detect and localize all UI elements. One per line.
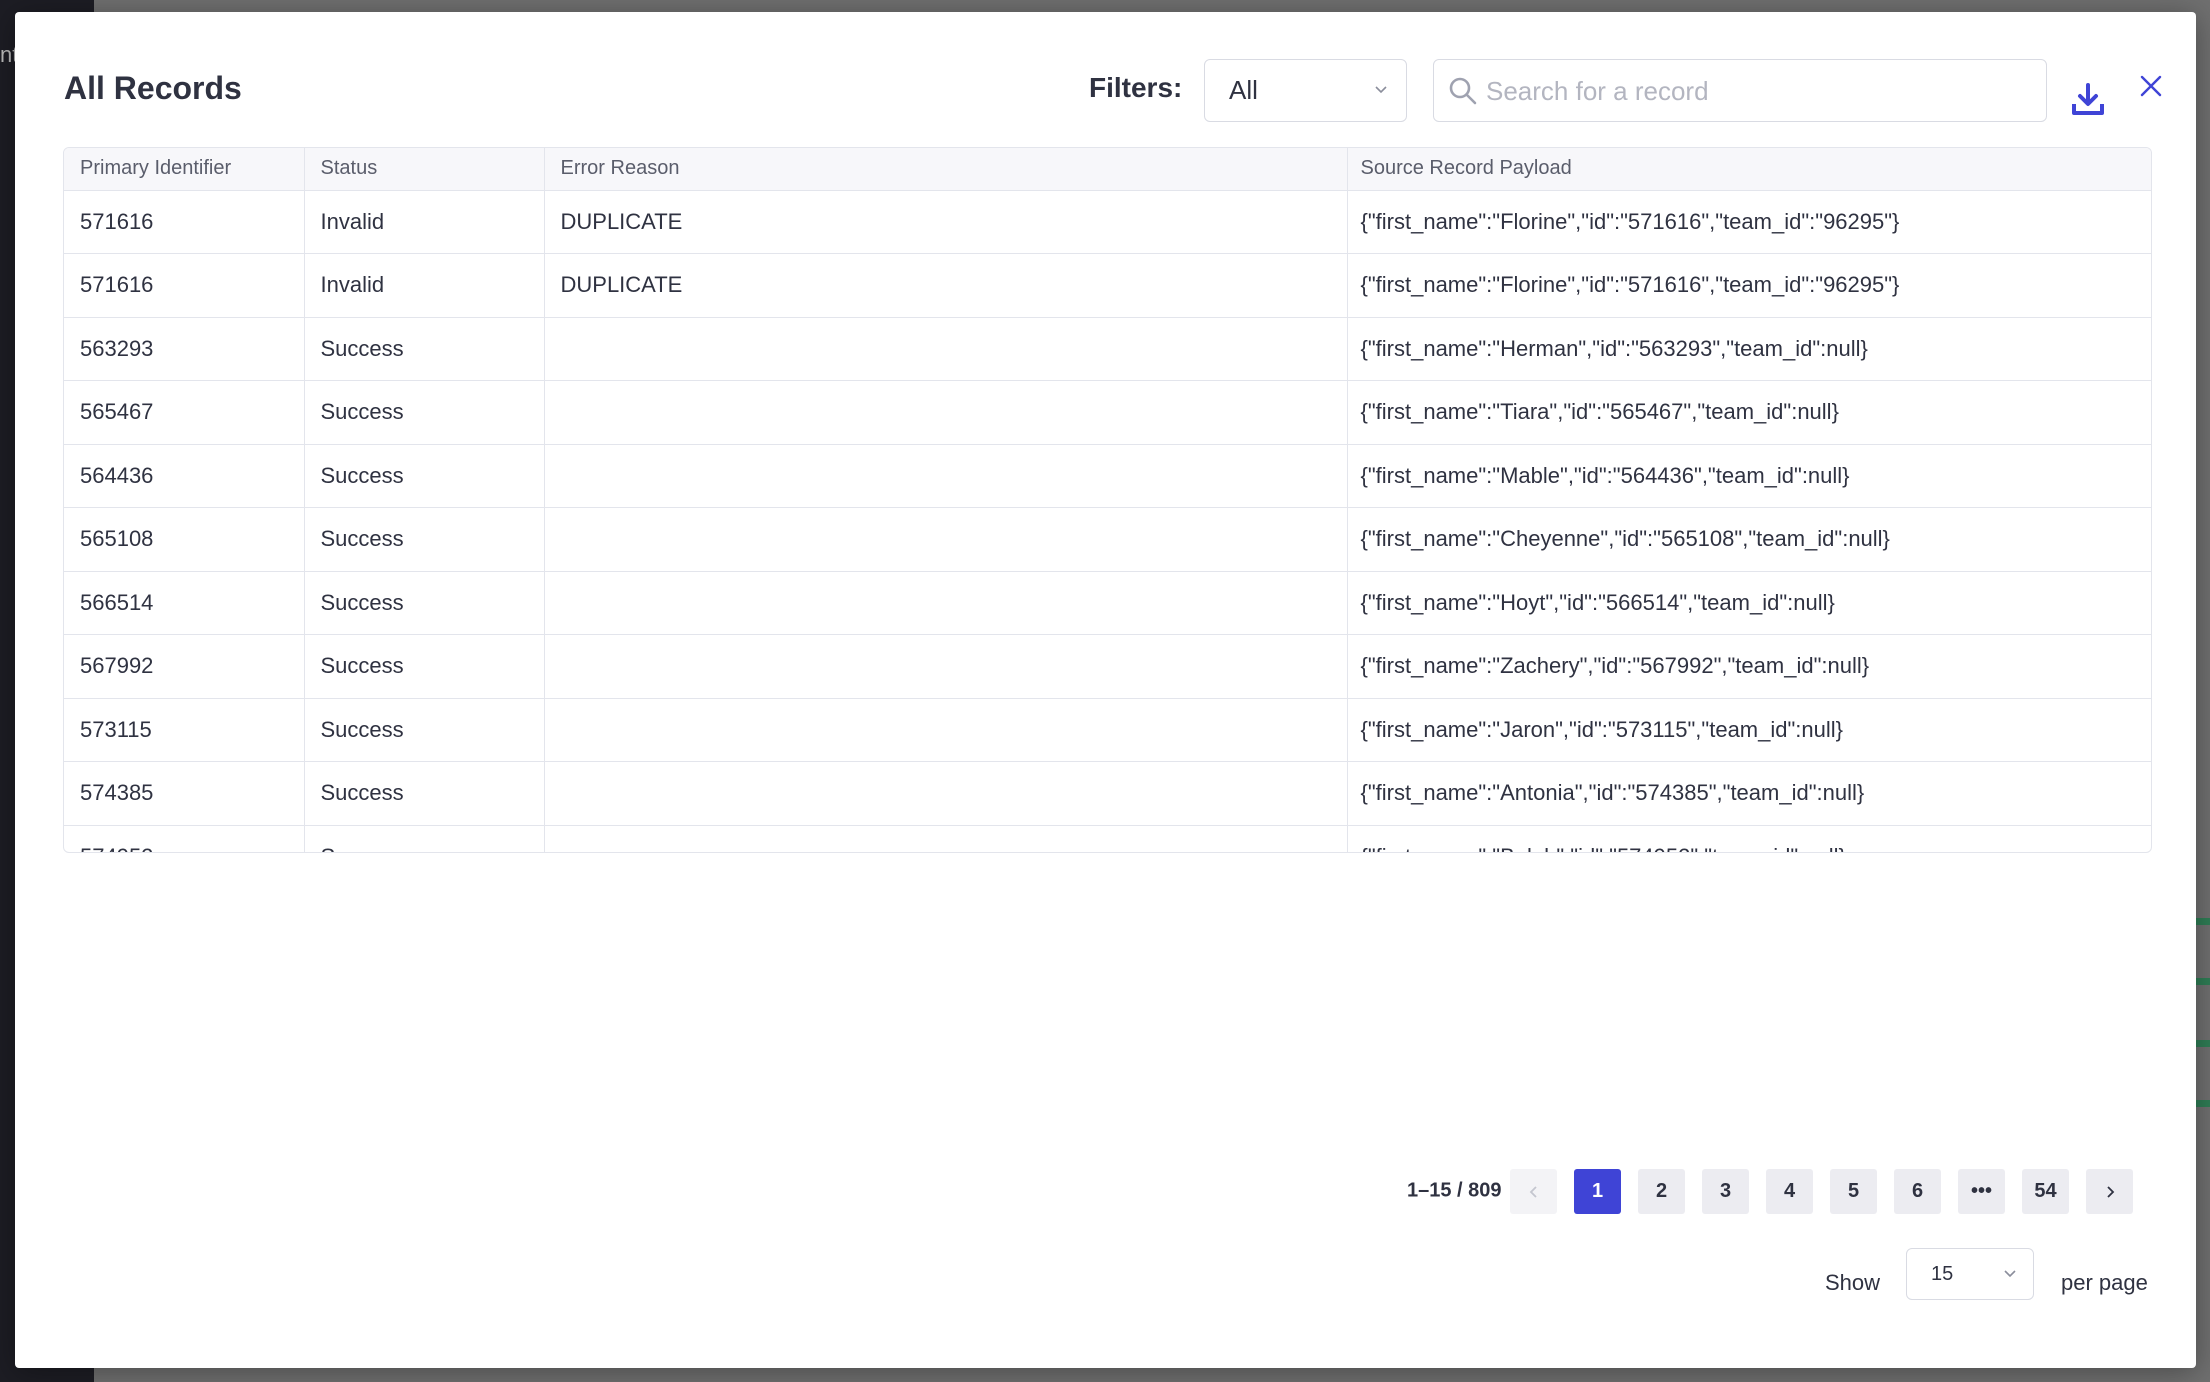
primary-identifier-cell: 571616 bbox=[64, 190, 305, 254]
search-input[interactable] bbox=[1486, 68, 2026, 114]
status-cell: Success bbox=[304, 825, 545, 852]
download-icon[interactable] bbox=[2071, 82, 2105, 118]
error-reason-cell bbox=[544, 317, 1348, 381]
table-row[interactable]: 563293 Success {"first_name":"Herman","id"… bbox=[64, 317, 2151, 381]
chevron-down-icon bbox=[2004, 1270, 2016, 1278]
chevron-right-icon bbox=[2106, 1185, 2114, 1198]
status-cell: Success bbox=[304, 380, 545, 445]
payload-cell: {"first_name":"Florine","id":"571616","t… bbox=[1347, 253, 2151, 318]
all-records-modal: All Records Filters: All P bbox=[15, 12, 2196, 1368]
page-button[interactable]: 6 bbox=[1894, 1169, 1941, 1214]
search-icon bbox=[1449, 77, 1477, 105]
modal-title: All Records bbox=[64, 70, 242, 106]
page-button[interactable]: 4 bbox=[1766, 1169, 1813, 1214]
error-reason-cell bbox=[544, 634, 1348, 699]
error-reason-cell bbox=[544, 380, 1348, 445]
table-row[interactable]: 571616 Invalid DUPLICATE {"first_name":"Flo… bbox=[64, 190, 2151, 254]
column-header: Primary Identifier bbox=[64, 148, 305, 191]
next-page-button[interactable] bbox=[2086, 1169, 2133, 1214]
status-cell: Success bbox=[304, 634, 545, 699]
primary-identifier-cell: 565467 bbox=[64, 380, 305, 445]
table-row[interactable]: 567992 Success {"first_name":"Zachery","id… bbox=[64, 634, 2151, 699]
error-reason-cell: DUPLICATE bbox=[544, 253, 1348, 318]
payload-cell: {"first_name":"Antonia","id":"574385","t… bbox=[1347, 761, 2151, 826]
per-page-value: 15 bbox=[1931, 1262, 1954, 1285]
table-row[interactable]: 571616 Invalid DUPLICATE {"first_name":"Flo… bbox=[64, 253, 2151, 318]
primary-identifier-cell: 564436 bbox=[64, 444, 305, 508]
error-reason-cell bbox=[544, 698, 1348, 762]
page-button[interactable]: 2 bbox=[1638, 1169, 1685, 1214]
primary-identifier-cell: 573115 bbox=[64, 698, 305, 762]
show-label: Show bbox=[1825, 1270, 1881, 1295]
filter-select[interactable]: All bbox=[1204, 59, 1407, 122]
chevron-down-icon bbox=[1375, 86, 1387, 94]
status-cell: Invalid bbox=[304, 190, 545, 254]
column-header: Status bbox=[304, 148, 545, 191]
page-button[interactable]: 1 bbox=[1574, 1169, 1621, 1214]
background-mark bbox=[2196, 918, 2210, 925]
table-row[interactable]: 574952Success {"first_name":"Bulah","id":… bbox=[64, 825, 2151, 852]
table-row[interactable]: 573115 Success {"first_name":"Jaron","id":… bbox=[64, 698, 2151, 762]
per-page-label: per page bbox=[2061, 1270, 2148, 1295]
status-cell: Success bbox=[304, 761, 545, 826]
close-icon[interactable] bbox=[2137, 72, 2165, 100]
error-reason-cell bbox=[544, 761, 1348, 826]
per-page-select[interactable]: 15 bbox=[1906, 1248, 2034, 1300]
error-reason-cell bbox=[544, 825, 1348, 852]
table-row[interactable]: 564436 Success {"first_name":"Mable","id":… bbox=[64, 444, 2151, 508]
primary-identifier-cell: 566514 bbox=[64, 571, 305, 635]
payload-cell: {"first_name":"Bulah","id":"574952","tea… bbox=[1347, 825, 2151, 852]
page-button[interactable]: 54 bbox=[2022, 1169, 2069, 1214]
table-row[interactable]: 565108 Success {"first_name":"Cheyenne","i… bbox=[64, 507, 2151, 572]
status-cell: Invalid bbox=[304, 253, 545, 318]
records-table: Primary Identifier Status Error Reason Sour… bbox=[63, 147, 2152, 853]
status-cell: Success bbox=[304, 444, 545, 508]
prev-page-button[interactable] bbox=[1510, 1169, 1557, 1214]
column-header: Error Reason bbox=[544, 148, 1348, 191]
page-button[interactable]: 3 bbox=[1702, 1169, 1749, 1214]
payload-cell: {"first_name":"Herman","id":"563293","te… bbox=[1347, 317, 2151, 381]
error-reason-cell bbox=[544, 571, 1348, 635]
error-reason-cell: DUPLICATE bbox=[544, 190, 1348, 254]
status-cell: Success bbox=[304, 698, 545, 762]
primary-identifier-cell: 565108 bbox=[64, 507, 305, 572]
payload-cell: {"first_name":"Cheyenne","id":"565108","… bbox=[1347, 507, 2151, 572]
status-cell: Success bbox=[304, 317, 545, 381]
primary-identifier-cell: 571616 bbox=[64, 253, 305, 318]
filter-select-value: All bbox=[1229, 75, 1258, 105]
payload-cell: {"first_name":"Zachery","id":"567992","t… bbox=[1347, 634, 2151, 699]
background-mark bbox=[2196, 1040, 2210, 1047]
primary-identifier-cell: 574952 bbox=[64, 825, 305, 852]
error-reason-cell bbox=[544, 444, 1348, 508]
primary-identifier-cell: 567992 bbox=[64, 634, 305, 699]
background-mark bbox=[2196, 1100, 2210, 1107]
filters-label: Filters: bbox=[1089, 72, 1183, 103]
table-row[interactable]: 574385 Success {"first_name":"Antonia","id… bbox=[64, 761, 2151, 826]
payload-cell: {"first_name":"Jaron","id":"573115","tea… bbox=[1347, 698, 2151, 762]
primary-identifier-cell: 563293 bbox=[64, 317, 305, 381]
error-reason-cell bbox=[544, 507, 1348, 572]
payload-cell: {"first_name":"Tiara","id":"565467","tea… bbox=[1347, 380, 2151, 445]
chevron-left-icon bbox=[1529, 1185, 1537, 1198]
status-cell: Success bbox=[304, 507, 545, 572]
background-mark bbox=[2196, 978, 2210, 985]
column-header: Source Record Payload bbox=[1347, 148, 2151, 191]
table-header-row: Primary Identifier Status Error Reason Sour… bbox=[64, 148, 2151, 191]
status-cell: Success bbox=[304, 571, 545, 635]
page-button[interactable]: 5 bbox=[1830, 1169, 1877, 1214]
pagination-ellipsis[interactable]: ••• bbox=[1958, 1169, 2005, 1214]
pagination-range: 1–15 / 809 bbox=[1407, 1179, 1502, 1202]
table-row[interactable]: 566514 Success {"first_name":"Hoyt","id":"… bbox=[64, 571, 2151, 635]
payload-cell: {"first_name":"Florine","id":"571616","t… bbox=[1347, 190, 2151, 254]
table-row[interactable]: 565467 Success {"first_name":"Tiara","id":… bbox=[64, 380, 2151, 445]
primary-identifier-cell: 574385 bbox=[64, 761, 305, 826]
search-box[interactable] bbox=[1433, 59, 2047, 122]
payload-cell: {"first_name":"Hoyt","id":"566514","team… bbox=[1347, 571, 2151, 635]
payload-cell: {"first_name":"Mable","id":"564436","tea… bbox=[1347, 444, 2151, 508]
